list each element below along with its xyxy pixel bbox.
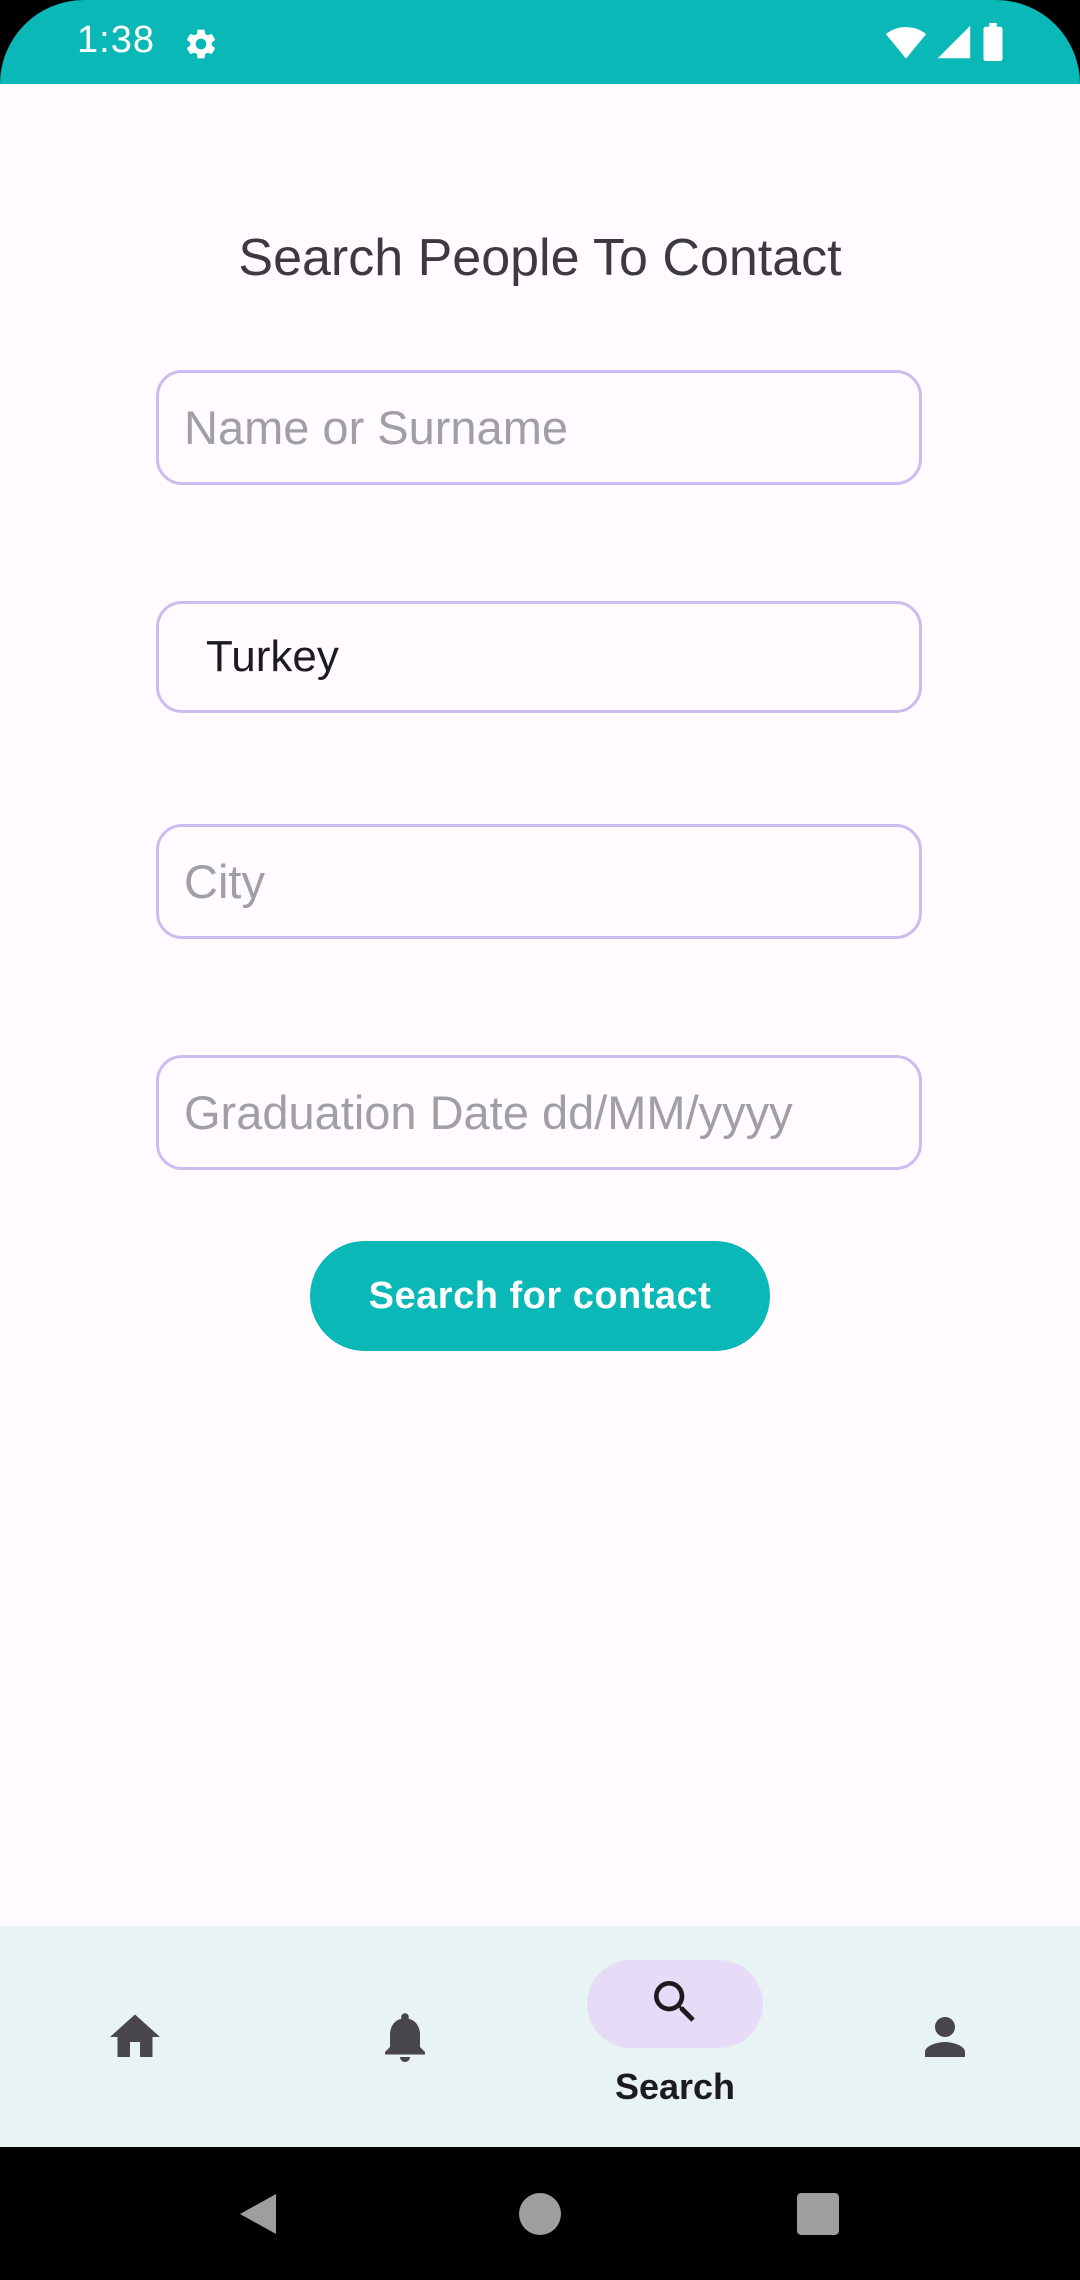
search-for-contact-button[interactable]: Search for contact — [310, 1241, 770, 1351]
country-value: Turkey — [206, 632, 339, 681]
cell-signal-icon — [935, 24, 973, 65]
recents-icon[interactable] — [758, 2147, 878, 2280]
nav-item-search[interactable]: Search — [540, 1926, 810, 2147]
search-icon — [647, 1974, 703, 2035]
city-field[interactable]: City — [156, 824, 922, 939]
graduation-date-field[interactable]: Graduation Date dd/MM/yyyy — [156, 1055, 922, 1170]
home-circle-icon[interactable] — [480, 2147, 600, 2280]
status-bar: 1:38 — [0, 0, 1080, 84]
nav-item-home[interactable] — [0, 1926, 270, 2147]
nav-item-notifications[interactable] — [270, 1926, 540, 2147]
page-title: Search People To Contact — [238, 229, 842, 287]
battery-icon — [981, 22, 1005, 66]
graduation-date-placeholder: Graduation Date dd/MM/yyyy — [184, 1086, 793, 1139]
person-icon — [810, 1926, 1080, 2147]
back-icon[interactable] — [198, 2147, 318, 2280]
system-navigation-bar — [0, 2147, 1080, 2280]
name-or-surname-placeholder: Name or Surname — [184, 401, 568, 454]
nav-label-search: Search — [614, 2066, 736, 2107]
search-screen: Search People To Contact Name or Surname… — [0, 84, 1080, 1926]
home-icon — [0, 1926, 270, 2147]
settings-gear-icon — [183, 26, 219, 62]
phone-frame: 1:38 Search People To Contact Name or Su… — [0, 0, 1080, 2280]
wifi-icon — [885, 24, 927, 65]
search-icon-indicator — [587, 1960, 763, 2048]
bell-icon — [270, 1926, 540, 2147]
city-placeholder: City — [184, 855, 265, 908]
country-field[interactable]: Turkey — [156, 601, 922, 713]
bottom-navigation: Search — [0, 1926, 1080, 2147]
status-icons — [885, 22, 1005, 66]
status-time: 1:38 — [77, 19, 155, 61]
name-or-surname-field[interactable]: Name or Surname — [156, 370, 922, 485]
nav-item-profile[interactable] — [810, 1926, 1080, 2147]
